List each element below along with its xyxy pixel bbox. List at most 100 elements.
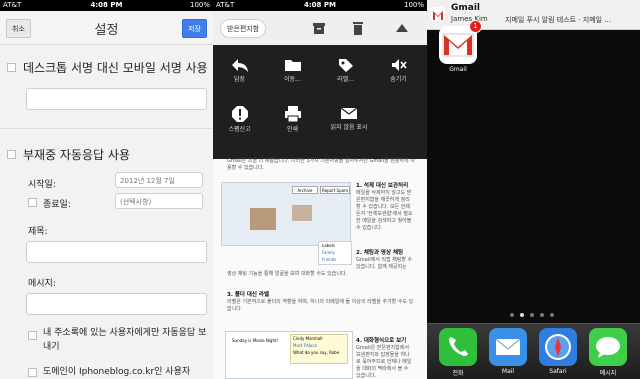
move-menu-item[interactable]: 이동... (270, 57, 315, 84)
domain-only-checkbox[interactable] (28, 368, 37, 377)
contacts-only-checkbox[interactable] (28, 331, 37, 340)
settings-panel: AT&T 4:08 PM 100% 취소 설정 저장 데스크톱 서명 대신 모바… (0, 0, 213, 379)
start-date-label: 시작일: (28, 180, 56, 190)
chevron-up-icon[interactable] (395, 23, 409, 33)
menu-item-label: 스팸신고 (228, 126, 251, 133)
print-menu-item[interactable]: 인쇄 (270, 105, 315, 134)
section-title: 4. 대화형식으로 보기 (356, 338, 407, 344)
subject-label: 제목: (28, 227, 48, 237)
labels-family: Family (322, 250, 335, 255)
dock-label: 전화 (452, 370, 464, 377)
page-title: 설정 (94, 23, 119, 38)
end-date-placeholder: (선택사항) (120, 198, 152, 206)
mobile-signature-label: 데스크톱 서명 대신 모바일 서명 사용 (23, 61, 208, 75)
page-dot (550, 313, 554, 317)
clock: 4:08 PM (304, 1, 336, 9)
subject-field[interactable] (26, 241, 207, 263)
message-field[interactable] (26, 293, 207, 315)
mark-unread-menu-item[interactable]: 읽지 않음 표시 (323, 105, 375, 132)
end-date-label: 종료일: (43, 200, 71, 210)
menu-item-label: 숨기기 (390, 76, 407, 83)
message-body: Gmail은 조금 더 새롭습니다. 이러한 3가지 기본사항을 알아두시면 G… (213, 158, 427, 379)
safari-icon (545, 334, 571, 360)
conversation-screenshot: Sunday is Movie Night! Cindy Marshall Ma… (225, 331, 353, 379)
action-menu: 답장 이동... 라벨... 숨기기 스팸신고 인쇄 읽지 않음 표시 (213, 45, 427, 159)
section-body: 라벨은 기본적으로 폴더의 역할을 하며, 하나의 이메일에 둘 이상의 라벨을… (227, 299, 414, 312)
save-button[interactable]: 저장 (182, 19, 207, 38)
trash-icon[interactable] (350, 20, 366, 36)
clock: 4:08 PM (90, 1, 123, 9)
section-body: Gmail에서 직접 채팅할 수 있습니다. 함께 제공되는 (356, 257, 413, 270)
mobile-signature-checkbox[interactable] (7, 63, 16, 72)
battery-level: 100% (403, 1, 424, 9)
label-menu-item[interactable]: 라벨... (323, 57, 368, 84)
menu-item-label: 이동... (284, 76, 301, 83)
gmail-app-label: Gmail (449, 66, 467, 73)
battery-level: 100% (189, 1, 210, 9)
archive-icon[interactable] (311, 20, 327, 36)
reply-menu-item[interactable]: 답장 (217, 57, 262, 84)
dock-label: Mail (501, 368, 515, 375)
dock-label: 메시지 (599, 370, 617, 377)
gmail-notif-icon (431, 7, 445, 21)
message-panel: AT&T 4:08 PM 100% 받은편지함 답장 이동... 라벨... 숨… (213, 0, 427, 379)
dock-label: Safari (549, 368, 567, 375)
end-date-checkbox[interactable] (28, 198, 37, 207)
labels-title: Labels (322, 243, 335, 248)
video-chat-photo (250, 208, 276, 230)
labels-popup: Labels Family Friends (318, 241, 352, 265)
start-date-value: 2012년 12월 7일 (120, 177, 175, 185)
section-title: 3. 폴더 대신 라벨 (227, 292, 270, 298)
menu-item-label: 읽지 않음 표시 (330, 124, 368, 131)
mute-icon (391, 59, 407, 71)
mail-app-icon[interactable] (489, 328, 527, 366)
divider (0, 128, 213, 129)
domain-only-label: 도메인이 Iphoneblog.co.kr인 사용자 (43, 367, 191, 377)
labels-friends: Friends (322, 257, 337, 262)
home-screen-panel: Gmail James Kim 지메일 푸시 알림 테스트 · 지메일 ... … (427, 0, 640, 379)
section-title: 2. 채팅과 영상 채팅 (356, 250, 404, 256)
end-date-field[interactable]: (선택사항) (115, 193, 203, 209)
settings-navbar: 취소 설정 저장 (0, 11, 213, 45)
messages-app-icon[interactable] (589, 328, 627, 366)
menu-item-label: 라벨... (337, 76, 354, 83)
phone-app-icon[interactable] (439, 328, 477, 366)
shot-report-button: Report Spam (320, 186, 350, 194)
status-bar: AT&T 4:08 PM 100% (0, 0, 213, 11)
start-date-field[interactable]: 2012년 12월 7일 (115, 172, 203, 188)
video-chat-photo (292, 205, 312, 221)
chat-popup: Cindy Marshall Mark Palace What do you s… (290, 334, 348, 364)
page-dot (530, 313, 534, 317)
dock: 전화 Mail Safari 메시지 (427, 323, 640, 379)
messages-icon (596, 337, 620, 358)
vacation-responder-label: 부재중 자동응답 사용 (23, 148, 130, 162)
page-dot (540, 313, 544, 317)
mute-menu-item[interactable]: 숨기기 (376, 57, 421, 84)
section-title: 1. 석제 대신 보관처리 (356, 183, 409, 189)
signature-field[interactable] (26, 88, 207, 110)
message-toolbar: 받은편지함 (213, 11, 427, 45)
page-dot-active (520, 313, 524, 317)
section-body: 메일을 삭제하지 않고도 받은편지함을 깨끗하게 정리할 수 있습니다. 모든 … (356, 190, 413, 231)
message-label: 메시지: (28, 279, 56, 289)
back-to-inbox-button[interactable]: 받은편지함 (220, 19, 267, 38)
vacation-responder-checkbox[interactable] (7, 150, 16, 159)
mark-unread-icon (340, 107, 358, 119)
status-bar: AT&T 4:08 PM 100% (213, 0, 427, 11)
shot-archive-button: Archive (292, 186, 318, 194)
reply-icon (231, 59, 248, 72)
report-spam-menu-item[interactable]: 스팸신고 (217, 105, 262, 134)
menu-item-label: 답장 (233, 76, 246, 83)
shot-subject: Sunday is Movie Night! (232, 338, 279, 343)
notif-text: 지메일 푸시 알림 테스트 · 지메일 ... (505, 16, 611, 24)
safari-app-icon[interactable] (539, 328, 577, 366)
page-dot (510, 313, 514, 317)
mail-icon (495, 338, 521, 355)
intro-text: Gmail은 조금 더 새롭습니다. 이러한 3가지 기본사항을 알아두시면 G… (227, 158, 415, 171)
chat-name: Cindy Marshall (293, 336, 323, 341)
print-icon (284, 106, 301, 123)
chat-name: What do you say, Robe (293, 350, 340, 355)
label-icon (338, 59, 353, 72)
phone-icon (449, 337, 468, 356)
notif-app-name: Gmail (451, 3, 481, 13)
